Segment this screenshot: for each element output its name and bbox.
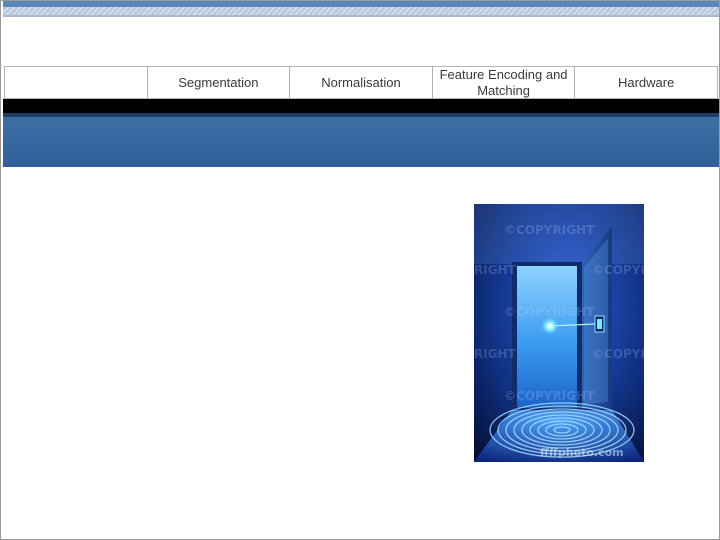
title-band xyxy=(3,113,719,167)
nav-item-hardware[interactable]: Hardware xyxy=(574,67,718,98)
watermark-text: ©COPYRIGHT xyxy=(504,223,595,237)
watermark-text-mid: ©COPYRIGHT xyxy=(504,305,595,319)
watermark-text-left: RIGHT xyxy=(474,263,517,277)
navigation-bar: Segmentation Normalisation Feature Encod… xyxy=(4,66,718,99)
photo-credit: ffffphoto.com xyxy=(540,446,624,459)
nav-item-normalisation[interactable]: Normalisation xyxy=(289,67,432,98)
nav-item-feature-encoding[interactable]: Feature Encoding and Matching xyxy=(431,67,575,98)
black-divider-band xyxy=(3,99,719,113)
top-blue-bar xyxy=(3,1,719,7)
top-decorative-strip xyxy=(3,1,719,17)
watermark-text-right-2: ©COPYR xyxy=(592,347,644,361)
watermark-text-left-2: RIGHT xyxy=(474,347,517,361)
watermark-text-low: ©COPYRIGHT xyxy=(504,389,595,403)
nav-item-blank[interactable] xyxy=(4,67,147,98)
fingerprint-door-image: ©COPYRIGHT RIGHT ©COPYR ©COPYRIGHT RIGHT… xyxy=(474,204,644,462)
watermark-text-right: ©COPYR xyxy=(592,263,644,277)
nav-item-segmentation[interactable]: Segmentation xyxy=(146,67,290,98)
